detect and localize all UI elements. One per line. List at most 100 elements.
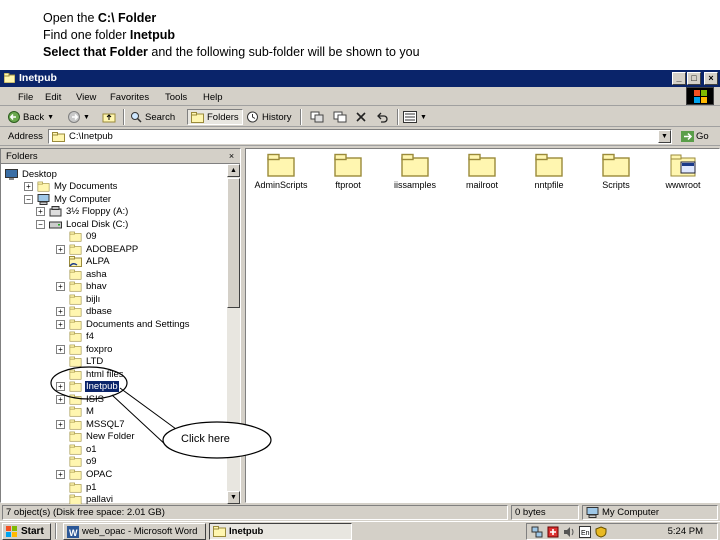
minimize-button[interactable]: _ bbox=[672, 72, 686, 85]
menu-file[interactable]: File bbox=[18, 92, 33, 103]
menu-view[interactable]: View bbox=[76, 92, 96, 103]
collapse-icon[interactable]: − bbox=[24, 194, 33, 204]
folder-tree-item[interactable]: Desktop bbox=[5, 168, 58, 180]
up-folder-icon bbox=[102, 113, 116, 123]
network-icon[interactable] bbox=[531, 526, 543, 538]
folder-icon bbox=[468, 153, 496, 177]
copy-to-button[interactable] bbox=[333, 109, 347, 125]
views-button[interactable]: ▼ bbox=[403, 109, 427, 125]
folder-tree-item[interactable]: 09 bbox=[69, 231, 98, 243]
folder-item[interactable]: Scripts bbox=[581, 153, 651, 193]
folder-item[interactable]: AdminScripts bbox=[246, 153, 316, 193]
folder-tree-item[interactable]: f4 bbox=[69, 331, 95, 343]
maximize-button[interactable]: □ bbox=[687, 72, 701, 85]
search-button[interactable]: Search bbox=[130, 109, 175, 125]
undo-button[interactable] bbox=[376, 109, 388, 125]
folder-item[interactable]: nntpfile bbox=[514, 153, 584, 193]
scroll-thumb[interactable] bbox=[227, 178, 240, 308]
window-title: Inetpub bbox=[19, 72, 57, 84]
folder-item[interactable]: iissamples bbox=[380, 153, 450, 193]
expand-icon[interactable]: + bbox=[56, 394, 65, 404]
folder-tree-item[interactable]: dbase bbox=[69, 306, 113, 318]
speaker-icon[interactable] bbox=[563, 526, 575, 538]
folder-tree-item[interactable]: Inetpub bbox=[69, 381, 119, 393]
expand-icon[interactable]: + bbox=[24, 182, 33, 192]
folder-tree-item[interactable]: M bbox=[69, 406, 95, 418]
folder-tree-item[interactable]: OPAC bbox=[69, 468, 113, 480]
expand-icon[interactable]: + bbox=[56, 282, 65, 292]
address-dropdown-button[interactable]: ▼ bbox=[658, 130, 671, 143]
menu-help[interactable]: Help bbox=[203, 92, 223, 103]
close-button[interactable]: × bbox=[704, 72, 718, 85]
back-button[interactable]: Back ▼ bbox=[8, 109, 54, 125]
expand-icon[interactable]: + bbox=[56, 382, 65, 392]
folder-tree-item[interactable]: ADOBEAPP bbox=[69, 243, 139, 255]
taskbar-inetpub-button[interactable]: Inetpub bbox=[209, 523, 352, 540]
folder-tree-scrollbar[interactable]: ▲ ▼ bbox=[227, 164, 240, 504]
move-to-button[interactable] bbox=[310, 109, 324, 125]
menu-tools[interactable]: Tools bbox=[165, 92, 187, 103]
folder-item[interactable]: mailroot bbox=[447, 153, 517, 193]
go-button[interactable]: Go bbox=[681, 131, 709, 142]
folders-button[interactable]: Folders bbox=[187, 109, 243, 125]
folder-tree-item[interactable]: foxpro bbox=[69, 343, 113, 355]
back-arrow-icon bbox=[8, 111, 20, 123]
up-button[interactable] bbox=[102, 109, 116, 125]
expand-icon[interactable]: + bbox=[36, 207, 45, 217]
folder-tree-item[interactable]: html files bbox=[69, 368, 124, 380]
folder-item[interactable]: ftproot bbox=[313, 153, 383, 193]
folder-tree-item[interactable]: My Documents bbox=[37, 181, 118, 193]
scroll-down-button[interactable]: ▼ bbox=[227, 491, 240, 504]
folder-tree-item[interactable]: New Folder bbox=[69, 431, 136, 443]
instruction-bold: Inetpub bbox=[129, 28, 175, 42]
expand-icon[interactable]: + bbox=[56, 344, 65, 354]
expand-icon[interactable]: + bbox=[56, 319, 65, 329]
taskbar-word-button[interactable]: W web_opac - Microsoft Word bbox=[63, 523, 206, 540]
folder-tree-item[interactable]: bhav bbox=[69, 281, 108, 293]
clock[interactable]: 5:24 PM bbox=[668, 526, 703, 537]
menu-edit[interactable]: Edit bbox=[45, 92, 61, 103]
expand-icon[interactable]: + bbox=[56, 469, 65, 479]
expand-icon[interactable]: + bbox=[56, 307, 65, 317]
folders-pane-close-button[interactable]: × bbox=[226, 151, 237, 162]
folder-item[interactable]: wwwroot bbox=[648, 153, 718, 193]
title-bar[interactable]: Inetpub _ □ × bbox=[0, 70, 720, 87]
computer-icon bbox=[586, 507, 599, 518]
delete-button[interactable] bbox=[355, 109, 367, 125]
folder-tree-item[interactable]: LTD bbox=[69, 356, 104, 368]
folders-pane-header: Folders × bbox=[1, 149, 240, 164]
folder-icon bbox=[69, 407, 82, 417]
folder-icon bbox=[69, 457, 82, 468]
folder-tree-item[interactable]: p1 bbox=[69, 481, 98, 493]
search-label: Search bbox=[145, 111, 176, 123]
folder-tree-item[interactable]: bijlı bbox=[69, 293, 101, 305]
security-icon[interactable] bbox=[595, 526, 607, 538]
folder-tree-item[interactable]: ISIS bbox=[69, 393, 105, 405]
folder-tree-item[interactable]: asha bbox=[69, 268, 108, 280]
folder-tree-label: 3½ Floppy (A:) bbox=[66, 206, 129, 218]
folder-tree-item[interactable]: MSSQL7 bbox=[69, 418, 126, 430]
folder-tree-item[interactable]: Local Disk (C:) bbox=[49, 218, 129, 230]
address-input[interactable]: C:\Inetpub ▼ bbox=[48, 129, 672, 144]
start-button[interactable]: Start bbox=[2, 523, 51, 540]
forward-button[interactable]: ▼ bbox=[68, 109, 90, 125]
folder-tree-item[interactable]: My Computer bbox=[37, 193, 112, 205]
antivirus-icon[interactable] bbox=[547, 526, 559, 538]
folder-tree-item[interactable]: ALPA bbox=[69, 256, 111, 268]
folder-tree-label: foxpro bbox=[86, 343, 113, 355]
expand-icon[interactable]: + bbox=[56, 419, 65, 429]
folder-tree-item[interactable]: o9 bbox=[69, 456, 98, 468]
menu-favorites[interactable]: Favorites bbox=[110, 92, 149, 103]
go-arrow-icon bbox=[681, 131, 694, 142]
expand-icon[interactable]: + bbox=[56, 244, 65, 254]
language-icon[interactable]: En bbox=[579, 526, 591, 538]
history-button[interactable]: History bbox=[246, 109, 292, 125]
folder-tree-label: LTD bbox=[86, 356, 104, 368]
folder-tree-item[interactable]: 3½ Floppy (A:) bbox=[49, 206, 129, 218]
collapse-icon[interactable]: − bbox=[36, 219, 45, 229]
folder-tree-item[interactable]: pallavi bbox=[69, 494, 114, 504]
folder-tree-item[interactable]: Documents and Settings bbox=[69, 318, 191, 330]
scroll-up-button[interactable]: ▲ bbox=[227, 164, 240, 177]
folder-tree-item[interactable]: o1 bbox=[69, 443, 98, 455]
toolbar-separator bbox=[397, 109, 399, 125]
